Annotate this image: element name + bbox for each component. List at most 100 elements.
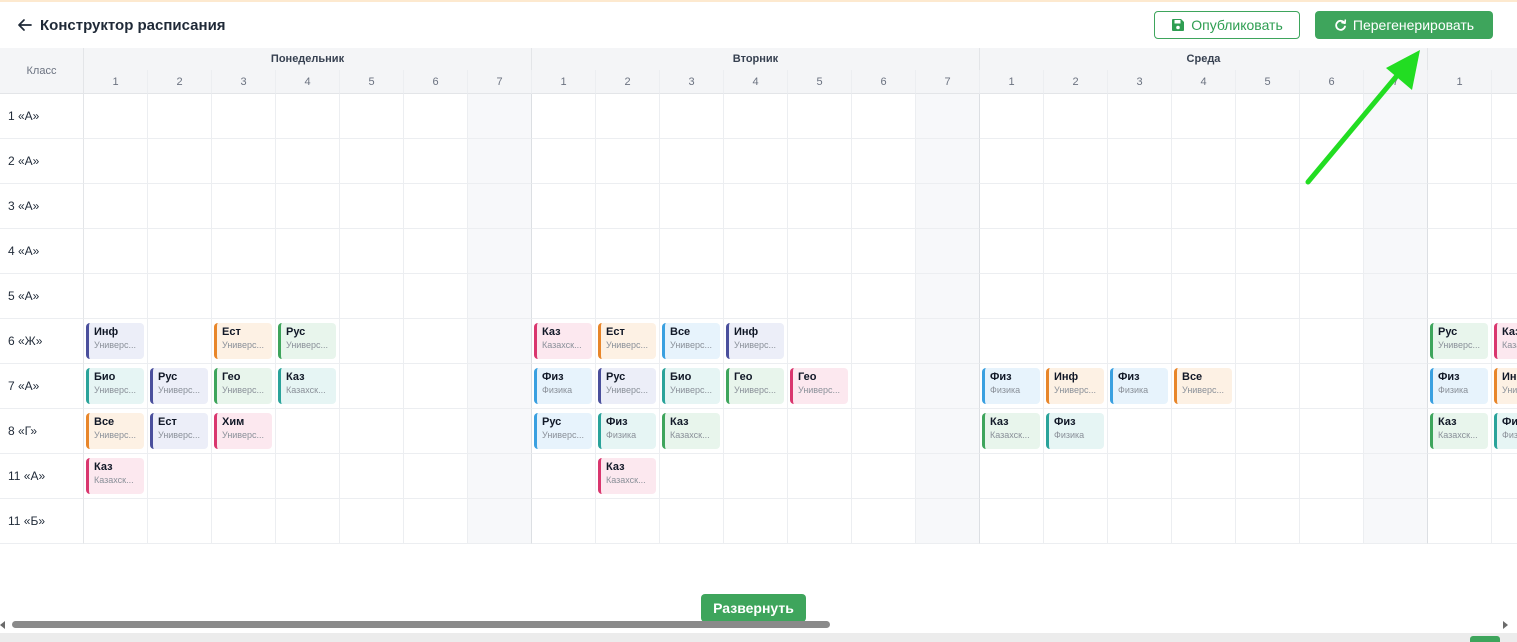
lesson-card[interactable]: Физ Физика [982,368,1040,404]
schedule-cell[interactable] [788,184,852,229]
schedule-cell[interactable] [596,184,660,229]
lesson-card[interactable]: Каз Казахск... [662,413,720,449]
schedule-cell[interactable] [468,229,532,274]
lesson-card[interactable]: Инф Унив [1494,368,1517,404]
schedule-cell[interactable] [404,184,468,229]
schedule-cell[interactable] [468,139,532,184]
schedule-cell[interactable]: Каз Казахск... [596,454,660,499]
schedule-cell[interactable] [1428,229,1492,274]
schedule-cell[interactable] [340,274,404,319]
schedule-cell[interactable] [1044,139,1108,184]
schedule-cell[interactable] [1044,229,1108,274]
schedule-cell[interactable] [1300,274,1364,319]
schedule-cell[interactable] [1364,184,1428,229]
schedule-cell[interactable]: Рус Универс... [596,364,660,409]
schedule-cell[interactable] [1300,409,1364,454]
schedule-cell[interactable] [1428,274,1492,319]
lesson-card[interactable]: Каз Казахск... [534,323,592,359]
schedule-cell[interactable] [1236,409,1300,454]
schedule-cell[interactable] [1428,94,1492,139]
schedule-cell[interactable] [84,499,148,544]
lesson-card[interactable]: Каз Каза [1494,323,1517,359]
schedule-cell[interactable] [212,274,276,319]
lesson-card[interactable]: Рус Универс... [534,413,592,449]
schedule-cell[interactable] [468,409,532,454]
schedule-cell[interactable] [1300,139,1364,184]
schedule-cell[interactable] [724,454,788,499]
schedule-cell[interactable] [532,94,596,139]
schedule-cell[interactable] [276,229,340,274]
schedule-cell[interactable] [148,319,212,364]
schedule-cell[interactable] [1044,274,1108,319]
schedule-cell[interactable] [404,364,468,409]
schedule-cell[interactable]: Гео Универс... [212,364,276,409]
lesson-card[interactable]: Инф Универс... [726,323,784,359]
schedule-cell[interactable] [1108,229,1172,274]
schedule-cell[interactable] [1172,454,1236,499]
lesson-card[interactable]: Физ Физика [1046,413,1104,449]
schedule-cell[interactable] [852,409,916,454]
schedule-cell[interactable] [1492,454,1517,499]
schedule-cell[interactable] [1172,184,1236,229]
schedule-cell[interactable] [788,229,852,274]
schedule-cell[interactable] [852,184,916,229]
schedule-cell[interactable] [724,184,788,229]
schedule-cell[interactable] [532,499,596,544]
schedule-cell[interactable] [1172,409,1236,454]
schedule-cell[interactable] [1492,274,1517,319]
schedule-cell[interactable] [148,229,212,274]
schedule-cell[interactable] [1492,499,1517,544]
schedule-cell[interactable] [1364,319,1428,364]
schedule-cell[interactable] [660,274,724,319]
schedule-cell[interactable] [1044,319,1108,364]
schedule-cell[interactable] [340,229,404,274]
schedule-cell[interactable] [276,409,340,454]
schedule-cell[interactable] [852,319,916,364]
schedule-cell[interactable] [84,274,148,319]
schedule-cell[interactable] [340,139,404,184]
schedule-cell[interactable] [276,94,340,139]
schedule-cell[interactable] [852,94,916,139]
schedule-cell[interactable]: Инф Универс... [724,319,788,364]
schedule-cell[interactable] [1364,409,1428,454]
schedule-cell[interactable] [1300,364,1364,409]
schedule-cell[interactable] [148,499,212,544]
schedule-cell[interactable] [980,499,1044,544]
schedule-cell[interactable] [788,319,852,364]
schedule-cell[interactable] [1428,184,1492,229]
lesson-card[interactable]: Рус Универс... [150,368,208,404]
schedule-cell[interactable] [1172,229,1236,274]
schedule-cell[interactable]: Био Универс... [660,364,724,409]
schedule-cell[interactable] [340,319,404,364]
schedule-cell[interactable] [1108,454,1172,499]
schedule-cell[interactable] [532,274,596,319]
schedule-cell[interactable]: Физ Физи [1492,409,1517,454]
schedule-cell[interactable] [84,184,148,229]
schedule-cell[interactable] [916,499,980,544]
lesson-card[interactable]: Рус Универс... [598,368,656,404]
lesson-card[interactable]: Инф Универс... [86,323,144,359]
lesson-card[interactable]: Инф Универс... [1046,368,1104,404]
schedule-cell[interactable] [1044,499,1108,544]
lesson-card[interactable]: Каз Казахск... [86,458,144,494]
schedule-cell[interactable] [1364,94,1428,139]
schedule-cell[interactable] [1108,184,1172,229]
schedule-cell[interactable]: Инф Унив [1492,364,1517,409]
schedule-cell[interactable] [84,139,148,184]
schedule-cell[interactable] [1108,319,1172,364]
schedule-cell[interactable] [660,139,724,184]
schedule-cell[interactable] [1108,274,1172,319]
schedule-cell[interactable]: Физ Физика [980,364,1044,409]
schedule-cell[interactable] [916,139,980,184]
schedule-cell[interactable] [404,274,468,319]
schedule-cell[interactable] [1300,454,1364,499]
lesson-card[interactable]: Ест Универс... [150,413,208,449]
schedule-cell[interactable] [340,499,404,544]
schedule-cell[interactable] [1172,499,1236,544]
schedule-cell[interactable] [916,454,980,499]
schedule-cell[interactable] [916,409,980,454]
schedule-cell[interactable]: Рус Универс... [1428,319,1492,364]
schedule-cell[interactable] [212,94,276,139]
schedule-cell[interactable] [340,454,404,499]
schedule-cell[interactable]: Каз Казахск... [1428,409,1492,454]
